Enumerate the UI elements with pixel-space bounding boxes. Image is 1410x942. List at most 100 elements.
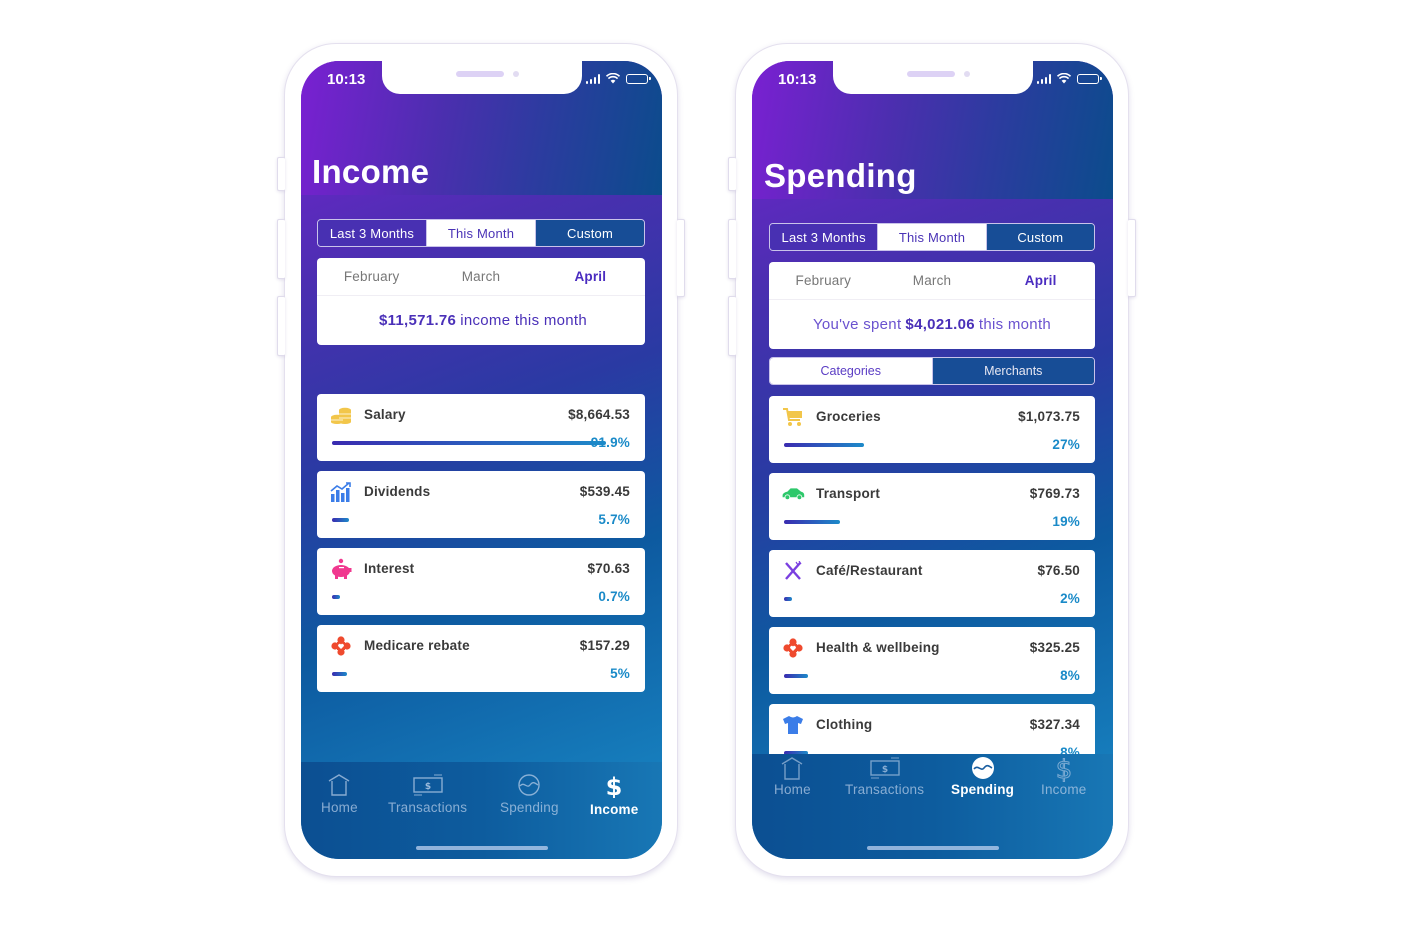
tab-income[interactable]: $ Income	[1041, 756, 1086, 797]
battery-icon	[1077, 73, 1102, 84]
tab-income[interactable]: $ Income	[590, 774, 638, 817]
share-bar	[784, 674, 808, 678]
wifi-icon	[606, 73, 620, 84]
wifi-icon	[1057, 73, 1071, 84]
category-name: Clothing	[816, 717, 873, 732]
spending-summary-prefix: You've spent	[812, 315, 902, 333]
category-name: Transport	[816, 486, 881, 501]
income-summary-text: income this month	[460, 311, 588, 329]
month-april[interactable]: April	[986, 273, 1095, 288]
share-bar	[784, 597, 792, 601]
home-icon	[329, 774, 350, 796]
category-percent: 27%	[1052, 437, 1080, 452]
month-april[interactable]: April	[536, 269, 645, 284]
category-name: Salary	[364, 407, 406, 422]
category-card[interactable]: Salary $8,664.53 91.9%	[317, 394, 645, 461]
category-name: Dividends	[364, 484, 431, 499]
month-selector: February March April	[769, 262, 1095, 300]
home-indicator[interactable]	[866, 846, 999, 850]
income-phone-frame: 10:13 Income Last 3 Months This Month Cu…	[277, 43, 685, 877]
volume-down-button	[277, 296, 285, 356]
category-card[interactable]: Interest $70.63 0.7%	[317, 548, 645, 615]
tab-bar: Home $ Transactions Spending $ Income	[752, 754, 1113, 859]
volume-down-button	[728, 296, 736, 356]
tab-home[interactable]: Home	[321, 774, 358, 815]
category-amount: $327.34	[1029, 717, 1080, 732]
category-percent: 19%	[1052, 514, 1080, 529]
medical-cross-icon	[329, 635, 353, 657]
month-february[interactable]: February	[769, 273, 878, 288]
range-custom[interactable]: Custom	[985, 224, 1094, 250]
range-this-month[interactable]: This Month	[427, 220, 535, 246]
month-march[interactable]: March	[878, 273, 987, 288]
spending-summary: You've spent $4,021.06 this month	[769, 300, 1095, 348]
status-icons	[585, 73, 651, 84]
silent-switch	[728, 157, 736, 191]
category-percent: 5.7%	[598, 512, 630, 527]
cart-icon	[781, 406, 805, 428]
category-amount: $325.25	[1029, 640, 1080, 655]
spending-summary-suffix: this month	[978, 315, 1052, 333]
tab-spending[interactable]: Spending	[500, 774, 559, 815]
category-card[interactable]: Dividends $539.45 5.7%	[317, 471, 645, 538]
category-amount: $76.50	[1037, 563, 1080, 578]
view-merchants[interactable]: Merchants	[931, 358, 1094, 384]
tab-transactions-label: Transactions	[845, 782, 925, 797]
month-summary-card: February March April You've spent $4,021…	[769, 262, 1095, 349]
category-percent: 0.7%	[598, 589, 630, 604]
range-last-3-months[interactable]: Last 3 Months	[770, 224, 879, 250]
tab-income-label: Income	[590, 802, 639, 817]
svg-text:$: $	[606, 774, 623, 798]
medical-cross-icon	[781, 637, 805, 659]
svg-text:$: $	[881, 765, 887, 775]
view-toggle: Categories Merchants	[769, 357, 1095, 385]
status-time: 10:13	[778, 71, 817, 88]
range-this-month[interactable]: This Month	[878, 224, 986, 250]
range-custom[interactable]: Custom	[535, 220, 644, 246]
category-card[interactable]: Groceries $1,073.75 27%	[769, 396, 1095, 463]
category-name: Interest	[364, 561, 415, 576]
view-categories[interactable]: Categories	[770, 358, 932, 384]
share-bar	[784, 520, 840, 524]
income-summary: $11,571.76 income this month	[317, 296, 645, 344]
status-icons	[1036, 73, 1102, 84]
tab-home[interactable]: Home	[774, 756, 811, 797]
income-total: $11,571.76	[378, 311, 457, 329]
power-button	[677, 219, 685, 297]
cutlery-icon	[781, 560, 805, 582]
category-percent: 2%	[1060, 591, 1080, 606]
month-march[interactable]: March	[426, 269, 535, 284]
month-selector: February March April	[317, 258, 645, 296]
svg-text:$: $	[424, 782, 430, 792]
range-last-3-months[interactable]: Last 3 Months	[318, 220, 427, 246]
dollar-icon: $	[606, 774, 623, 798]
share-bar	[332, 595, 340, 599]
tab-transactions[interactable]: $ Transactions	[845, 756, 924, 797]
tab-transactions[interactable]: $ Transactions	[388, 774, 467, 815]
category-percent: 5%	[610, 666, 630, 681]
category-amount: $539.45	[579, 484, 630, 499]
month-february[interactable]: February	[317, 269, 426, 284]
category-card[interactable]: Medicare rebate $157.29 5%	[317, 625, 645, 692]
home-indicator[interactable]	[415, 846, 548, 850]
tab-home-label: Home	[774, 782, 811, 797]
category-card[interactable]: Café/Restaurant $76.50 2%	[769, 550, 1095, 617]
signal-icon	[585, 73, 600, 84]
category-card[interactable]: Health & wellbeing $325.25 8%	[769, 627, 1095, 694]
category-amount: $1,073.75	[1018, 409, 1080, 424]
month-summary-card: February March April $11,571.76 income t…	[317, 258, 645, 345]
category-name: Café/Restaurant	[816, 563, 923, 578]
notch	[382, 61, 582, 94]
share-bar	[332, 441, 606, 445]
tab-bar: Home $ Transactions Spending $ Income	[301, 762, 662, 859]
category-name: Groceries	[816, 409, 881, 424]
chart-icon	[329, 481, 353, 503]
spending-screen: 10:13 Spending Last 3 Months This Month …	[752, 61, 1113, 859]
transactions-icon: $	[412, 774, 443, 796]
category-card[interactable]: Transport $769.73 19%	[769, 473, 1095, 540]
tab-spending[interactable]: Spending	[951, 756, 1014, 797]
spending-total: $4,021.06	[905, 315, 975, 333]
tab-transactions-label: Transactions	[388, 800, 468, 815]
category-percent: 8%	[1060, 668, 1080, 683]
svg-text:$: $	[1055, 756, 1072, 782]
